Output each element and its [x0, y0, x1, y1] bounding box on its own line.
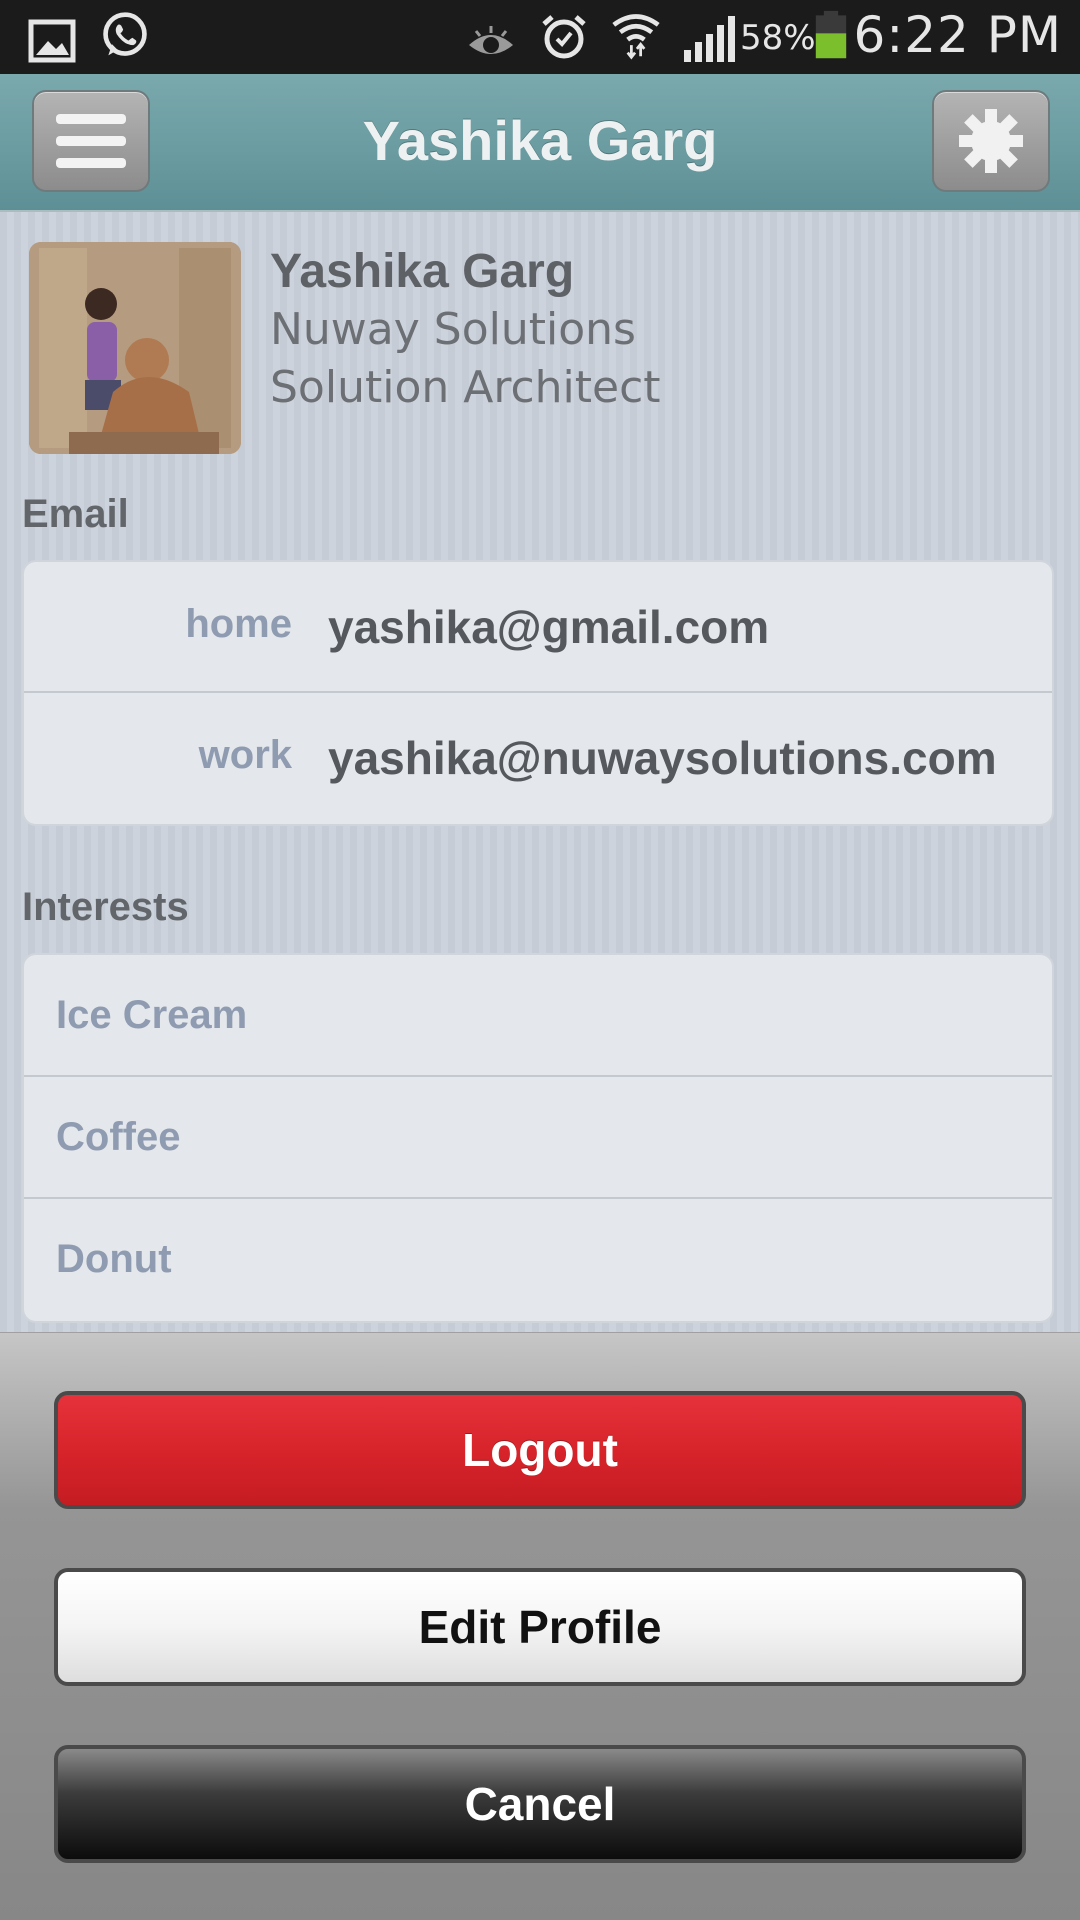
interest-label: Ice Cream	[56, 993, 248, 1037]
interest-item[interactable]: Donut	[24, 1199, 1052, 1321]
email-label: work	[198, 733, 292, 777]
profile-company: Nuway Solutions	[270, 304, 636, 355]
battery-percent: 58%	[740, 18, 816, 58]
email-row-work[interactable]: work yashika@nuwaysolutions.com	[24, 693, 1052, 824]
email-row-home[interactable]: home yashika@gmail.com	[24, 562, 1052, 693]
clock: 6:22 PM	[853, 6, 1062, 64]
profile-name: Yashika Garg	[270, 245, 575, 298]
email-value: yashika@gmail.com	[328, 601, 770, 653]
interest-item[interactable]: Coffee	[24, 1077, 1052, 1199]
interest-label: Coffee	[56, 1115, 181, 1159]
profile-content: Yashika Garg Nuway Solutions Solution Ar…	[0, 212, 1080, 1332]
gallery-icon	[28, 19, 76, 63]
app-header: Yashika Garg	[0, 74, 1080, 212]
alarm-icon	[542, 15, 586, 59]
status-bar: 58% 6:22 PM	[0, 0, 1080, 74]
interests-section-title: Interests	[22, 885, 189, 929]
profile-photo	[29, 242, 241, 454]
logout-button[interactable]: Logout	[54, 1391, 1026, 1509]
action-sheet: Logout Edit Profile Cancel	[0, 1332, 1080, 1920]
cancel-button[interactable]: Cancel	[54, 1745, 1026, 1863]
eye-icon	[469, 26, 513, 54]
email-label: home	[185, 602, 292, 646]
email-list: home yashika@gmail.com work yashika@nuwa…	[22, 560, 1054, 826]
email-section-title: Email	[22, 492, 129, 536]
edit-profile-button[interactable]: Edit Profile	[54, 1568, 1026, 1686]
signal-icon	[684, 16, 735, 62]
whatsapp-icon	[103, 12, 147, 56]
settings-button[interactable]	[932, 90, 1050, 192]
gear-icon	[959, 109, 1023, 173]
interest-label: Donut	[56, 1237, 172, 1281]
email-value: yashika@nuwaysolutions.com	[328, 732, 997, 784]
interest-item[interactable]: Ice Cream	[24, 955, 1052, 1077]
page-title: Yashika Garg	[362, 109, 718, 172]
interests-list: Ice Cream Coffee Donut	[22, 953, 1054, 1323]
battery-icon	[815, 10, 847, 59]
wifi-icon	[612, 14, 660, 60]
profile-role: Solution Architect	[270, 362, 661, 413]
avatar	[29, 242, 241, 454]
